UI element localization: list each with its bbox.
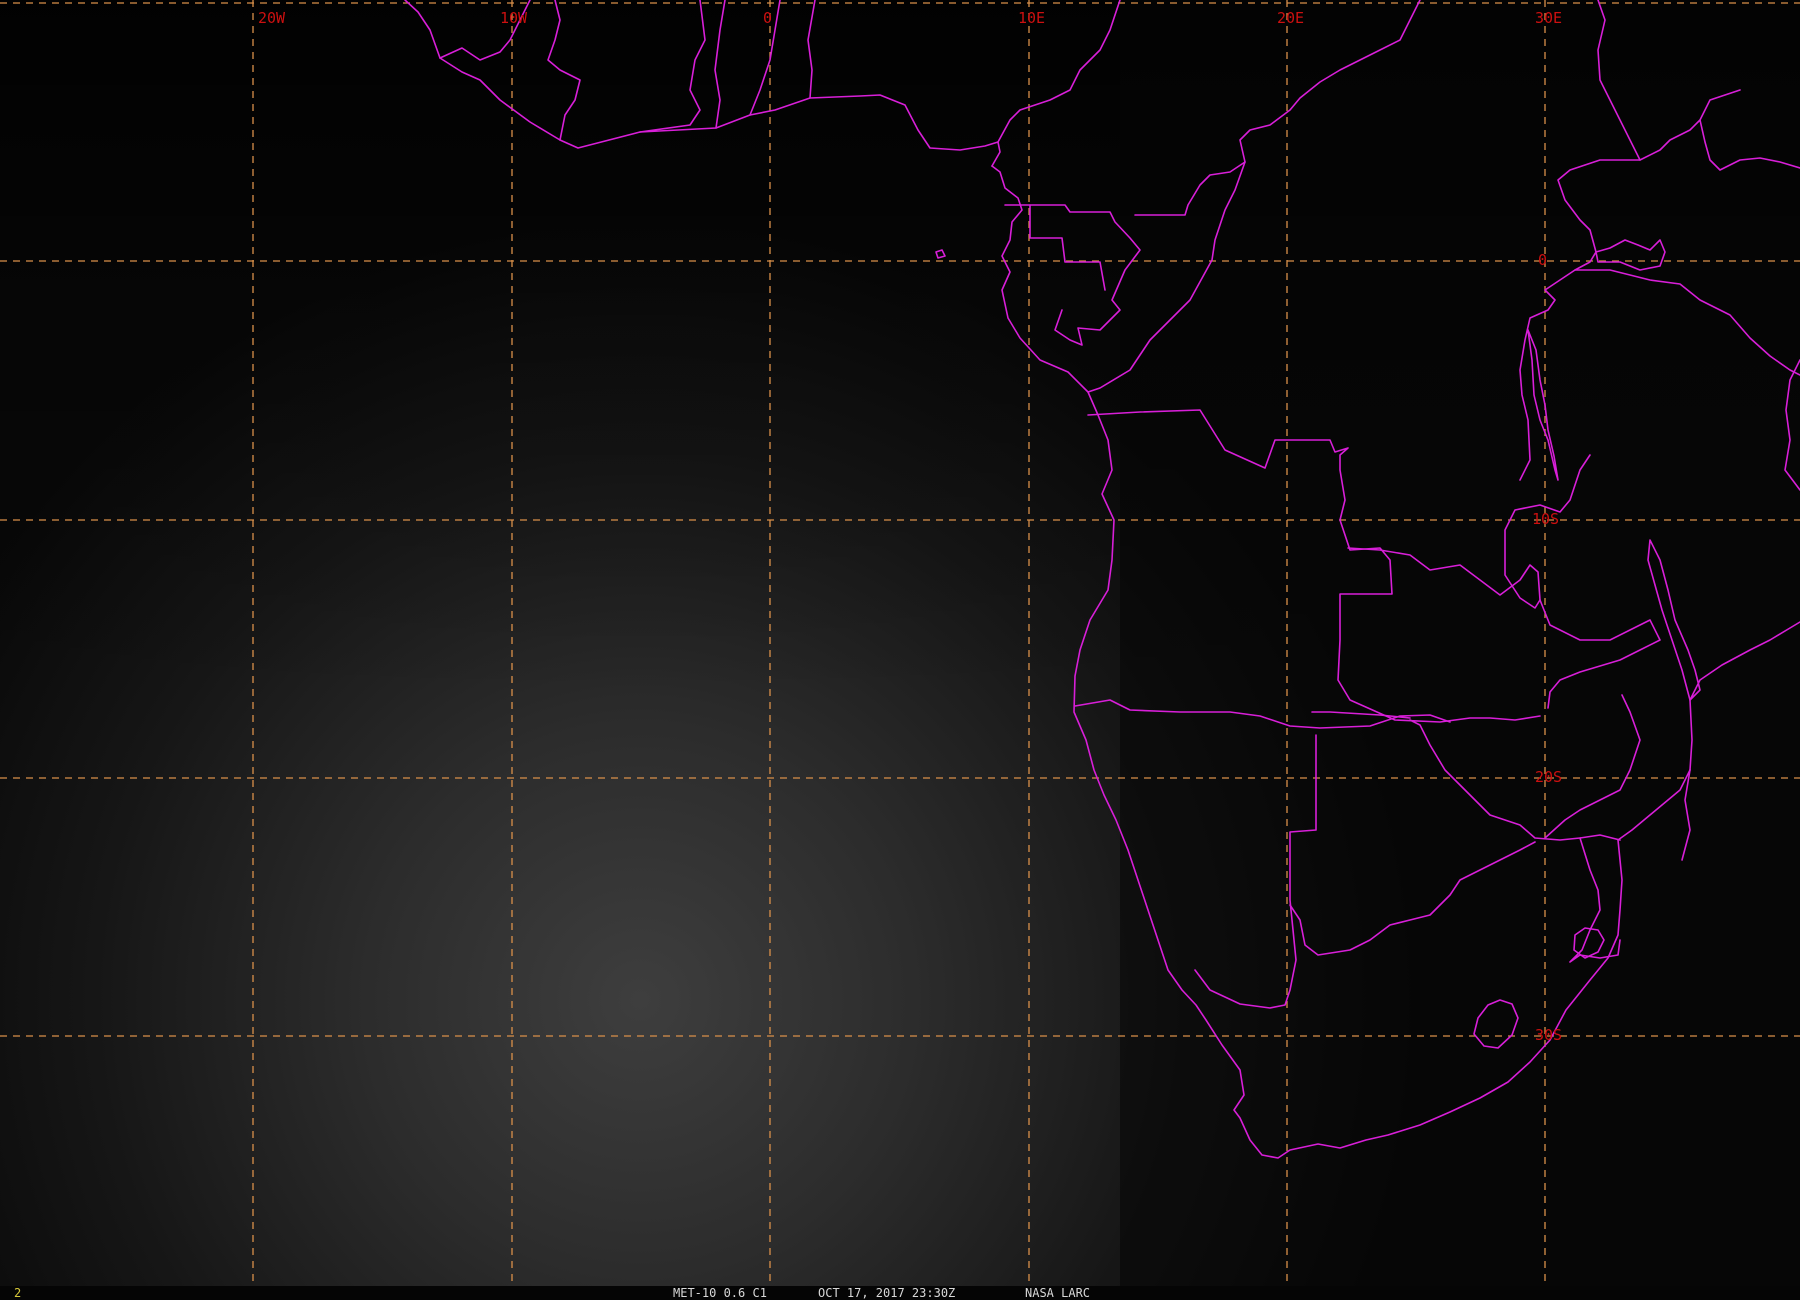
timestamp-label: OCT 17, 2017 23:30Z — [818, 1286, 956, 1300]
lat-label-20s: 20S — [1535, 768, 1562, 786]
status-bar: 2 MET-10 0.6 C1 OCT 17, 2017 23:30Z NASA… — [0, 1286, 1800, 1300]
credit-label: NASA LARC — [1025, 1286, 1091, 1300]
lon-label-20e: 20E — [1277, 9, 1304, 27]
frame-number: 2 — [14, 1286, 22, 1300]
lon-label-10w: 10W — [500, 9, 528, 27]
lon-label-20w: 20W — [258, 9, 286, 27]
lon-label-0: 0 — [763, 9, 772, 27]
lon-label-10e: 10E — [1018, 9, 1045, 27]
land-darkening — [1120, 0, 1800, 1286]
lat-label-10s: 10S — [1532, 510, 1559, 528]
lon-label-30e: 30E — [1535, 9, 1562, 27]
lat-label-0: 0 — [1538, 251, 1547, 269]
lat-label-30s: 30S — [1535, 1026, 1562, 1044]
satellite-map: 20W 10W 0 10E 20E 30E 0 10S 20S 30S — [0, 0, 1800, 1286]
satellite-channel-label: MET-10 0.6 C1 — [673, 1286, 767, 1300]
